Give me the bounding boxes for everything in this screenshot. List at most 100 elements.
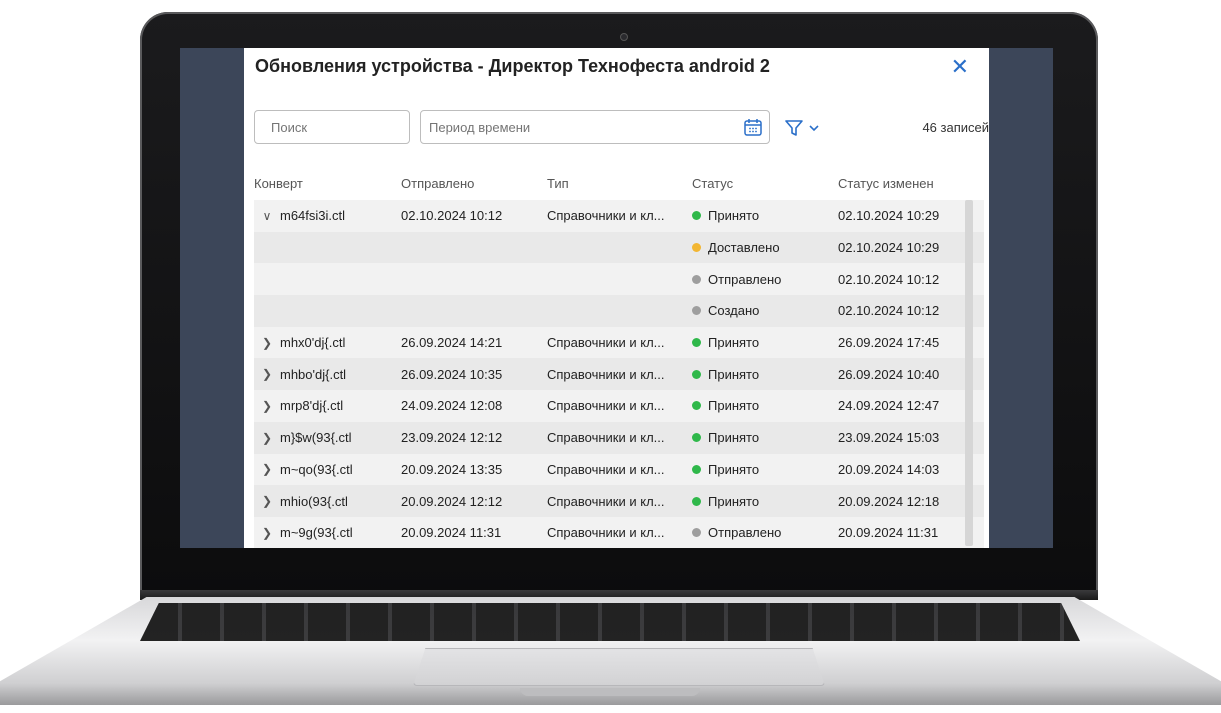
status-dot-icon — [692, 243, 701, 253]
cell-type: Справочники и кл... — [547, 493, 665, 509]
envelope-name: m~qo(93{.ctl — [280, 461, 353, 477]
cell-sent: 23.09.2024 12:12 — [401, 430, 503, 446]
period-input[interactable] — [427, 118, 743, 136]
cell-type: Справочники и кл... — [547, 398, 665, 414]
table-body: ∨ m64fsi3i.ctl 02.10.2024 10:12 Справочники… — [254, 200, 984, 548]
cell-envelope: ❯ m~9g(93{.ctl — [254, 525, 401, 540]
records-count: 46 записей — [922, 120, 989, 135]
cell-type: Справочники и кл... — [547, 208, 665, 224]
chevron-right-icon[interactable]: ❯ — [254, 462, 280, 476]
cell-status: Отправлено — [692, 525, 838, 540]
header-sent[interactable]: Отправлено — [401, 176, 547, 191]
table-row[interactable]: ❯ mhbo'dj{.ctl 26.09.2024 10:35 Справочники… — [254, 358, 984, 391]
cell-status-changed: 02.10.2024 10:29 — [838, 240, 940, 256]
status-dot-icon — [692, 211, 701, 221]
chevron-right-icon[interactable]: ❯ — [254, 526, 280, 540]
status-dot-icon — [692, 464, 701, 474]
laptop-notch — [520, 688, 700, 696]
dialog-title: Обновления устройства - Директор Технофе… — [255, 56, 770, 76]
status-label: Принято — [708, 208, 760, 224]
header-status[interactable]: Статус — [692, 176, 838, 191]
cell-status-changed: 24.09.2024 12:47 — [838, 398, 940, 414]
header-status-changed[interactable]: Статус изменен — [838, 176, 984, 191]
table-row[interactable]: ❯ m~qo(93{.ctl 20.09.2024 13:35 Справочники… — [254, 453, 984, 486]
status-label: Принято — [708, 366, 760, 382]
table-row[interactable]: Создано 02.10.2024 10:12 — [254, 295, 984, 327]
chevron-right-icon[interactable]: ❯ — [254, 399, 280, 413]
cell-type: Справочники и кл... — [547, 366, 665, 382]
cell-sent: 20.09.2024 11:31 — [401, 525, 502, 541]
chevron-right-icon[interactable]: ❯ — [254, 367, 280, 381]
cell-sent: 24.09.2024 12:08 — [401, 398, 503, 414]
cell-envelope: ❯ mhio(93{.ctl — [254, 494, 401, 509]
laptop-screen: Обновления устройства - Директор Технофе… — [180, 48, 1053, 548]
cell-envelope: ❯ mhx0'dj{.ctl — [254, 335, 401, 350]
envelope-name: m64fsi3i.ctl — [280, 208, 346, 224]
cell-type: Справочники и кл... — [547, 525, 665, 541]
status-label: Отправлено — [708, 271, 782, 287]
cell-type: Справочники и кл... — [547, 335, 665, 351]
cell-status: Принято — [692, 367, 838, 382]
cell-status-changed: 20.09.2024 12:18 — [838, 493, 940, 509]
table-row[interactable]: ❯ mhio(93{.ctl 20.09.2024 12:12 Справочники… — [254, 485, 984, 517]
cell-status: Принято — [692, 335, 838, 350]
cell-status: Доставлено — [692, 240, 838, 255]
envelope-name: mrp8'dj{.ctl — [280, 398, 344, 414]
filter-button[interactable] — [784, 118, 820, 138]
status-dot-icon — [692, 338, 701, 348]
table-row[interactable]: Отправлено 02.10.2024 10:12 — [254, 263, 984, 296]
scrollbar[interactable] — [965, 200, 973, 546]
cell-status-changed: 20.09.2024 14:03 — [838, 461, 940, 477]
status-label: Отправлено — [708, 525, 782, 541]
status-dot-icon — [692, 528, 701, 538]
cell-envelope: ∨ m64fsi3i.ctl — [254, 208, 401, 223]
table-row[interactable]: ❯ m}$w(93{.ctl 23.09.2024 12:12 Справочники… — [254, 421, 984, 454]
close-icon[interactable]: ✕ — [951, 54, 969, 80]
chevron-right-icon[interactable]: ❯ — [254, 431, 280, 445]
status-label: Принято — [708, 335, 760, 351]
status-label: Принято — [708, 493, 760, 509]
chevron-down-icon[interactable]: ∨ — [254, 209, 280, 223]
cell-status: Принято — [692, 430, 838, 445]
cell-sent: 20.09.2024 12:12 — [401, 493, 503, 509]
envelope-name: m}$w(93{.ctl — [280, 430, 352, 446]
calendar-icon[interactable] — [743, 117, 763, 137]
cell-envelope: ❯ mhbo'dj{.ctl — [254, 367, 401, 382]
envelope-name: mhio(93{.ctl — [280, 493, 348, 509]
chevron-down-icon — [809, 125, 819, 132]
cell-status-changed: 02.10.2024 10:29 — [838, 208, 940, 224]
table-row[interactable]: ∨ m64fsi3i.ctl 02.10.2024 10:12 Справочники… — [254, 200, 984, 232]
table-row[interactable]: Доставлено 02.10.2024 10:29 — [254, 231, 984, 264]
cell-status: Отправлено — [692, 272, 838, 287]
status-label: Принято — [708, 461, 760, 477]
period-field[interactable] — [420, 110, 770, 144]
table-row[interactable]: ❯ mrp8'dj{.ctl 24.09.2024 12:08 Справочники… — [254, 390, 984, 422]
keyboard — [140, 603, 1080, 641]
cell-status-changed: 26.09.2024 17:45 — [838, 335, 940, 351]
header-envelope[interactable]: Конверт — [254, 176, 401, 191]
chevron-right-icon[interactable]: ❯ — [254, 336, 280, 350]
header-type[interactable]: Тип — [547, 176, 692, 191]
table-row[interactable]: ❯ mhx0'dj{.ctl 26.09.2024 14:21 Справочники… — [254, 326, 984, 359]
status-dot-icon — [692, 369, 701, 379]
status-label: Принято — [708, 430, 760, 446]
cell-type: Справочники и кл... — [547, 430, 665, 446]
cell-status-changed: 20.09.2024 11:31 — [838, 525, 939, 541]
cell-type: Справочники и кл... — [547, 461, 665, 477]
status-dot-icon — [692, 401, 701, 411]
status-dot-icon — [692, 274, 701, 284]
table-row[interactable]: ❯ m~9g(93{.ctl 20.09.2024 11:31 Справочники… — [254, 516, 984, 548]
search-field[interactable] — [254, 110, 449, 144]
cell-envelope: ❯ m~qo(93{.ctl — [254, 462, 401, 477]
status-label: Создано — [708, 303, 760, 319]
table-header: Конверт Отправлено Тип Статус Статус изм… — [254, 168, 984, 198]
cell-status: Принято — [692, 494, 838, 509]
cell-status: Принято — [692, 398, 838, 413]
status-dot-icon — [692, 306, 701, 316]
camera-icon — [620, 33, 628, 41]
envelope-name: mhbo'dj{.ctl — [280, 366, 347, 382]
cell-status: Принято — [692, 462, 838, 477]
chevron-right-icon[interactable]: ❯ — [254, 494, 280, 508]
envelope-name: mhx0'dj{.ctl — [280, 335, 346, 351]
cell-sent: 02.10.2024 10:12 — [401, 208, 503, 224]
